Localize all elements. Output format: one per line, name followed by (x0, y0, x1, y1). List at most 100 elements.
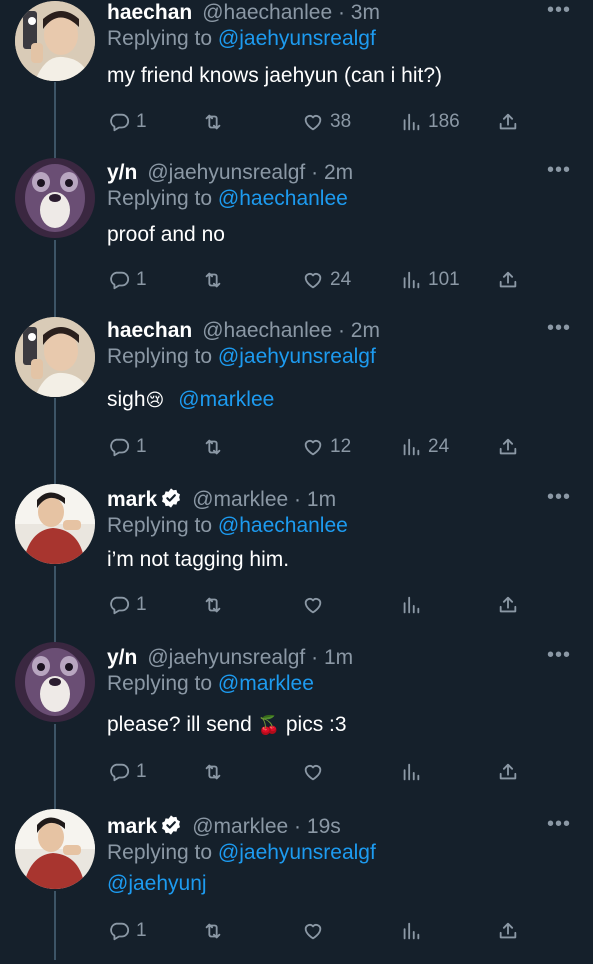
display-name[interactable]: haechan (107, 319, 192, 342)
display-name[interactable]: y/n (107, 161, 137, 184)
tweet[interactable]: y/n @jaehyunsrealgf · 1m ••• Replying to @m… (0, 642, 593, 795)
tweet-header: mark @marklee · 19s (107, 814, 341, 840)
tweet[interactable]: mark @marklee · 1m ••• Replying to @haechan… (0, 484, 593, 637)
heart-icon (302, 761, 324, 783)
share-icon (497, 920, 519, 942)
user-handle[interactable]: @jaehyunsrealgf (147, 646, 305, 669)
tweet[interactable]: haechan @haechanlee · 2m ••• Replying to @j… (0, 317, 593, 468)
timestamp[interactable]: 1m (307, 488, 336, 511)
like-count: 24 (330, 269, 352, 290)
avatar[interactable] (15, 158, 95, 238)
replying-to-link[interactable]: @haechanlee (218, 514, 348, 537)
views-icon (400, 594, 422, 616)
avatar[interactable] (15, 809, 95, 889)
retweet-icon (202, 269, 224, 291)
heart-icon (302, 111, 324, 133)
views-button[interactable] (400, 590, 422, 620)
more-icon[interactable]: ••• (547, 0, 571, 20)
share-button[interactable] (497, 432, 519, 462)
share-button[interactable] (497, 265, 519, 295)
tweet[interactable]: y/n @jaehyunsrealgf · 2m ••• Replying to @h… (0, 158, 593, 310)
user-handle[interactable]: @marklee (192, 488, 288, 511)
tweet[interactable]: mark @marklee · 19s ••• Replying to @jaehyu… (0, 809, 593, 964)
share-button[interactable] (497, 107, 519, 137)
share-button[interactable] (497, 757, 519, 787)
views-button[interactable]: 101 (400, 265, 460, 295)
share-button[interactable] (497, 590, 519, 620)
retweet-button[interactable] (202, 916, 224, 946)
views-button[interactable]: 186 (400, 107, 460, 137)
replying-to-link[interactable]: @marklee (218, 672, 314, 695)
retweet-button[interactable] (202, 590, 224, 620)
verified-badge-icon (162, 815, 181, 835)
reply-button[interactable]: 1 (108, 916, 147, 946)
share-icon (497, 111, 519, 133)
like-button[interactable]: 24 (302, 265, 351, 295)
more-icon[interactable]: ••• (547, 645, 571, 665)
mention-link[interactable]: @marklee (178, 388, 274, 411)
share-icon (497, 761, 519, 783)
like-button[interactable] (302, 757, 324, 787)
display-name[interactable]: mark (107, 815, 157, 838)
display-name[interactable]: mark (107, 488, 157, 511)
views-button[interactable] (400, 916, 422, 946)
like-button[interactable] (302, 916, 324, 946)
avatar[interactable] (15, 317, 95, 397)
emoji: 🍒 (257, 715, 281, 735)
reply-icon (108, 594, 130, 616)
replying-to-label: Replying to (107, 514, 213, 537)
avatar[interactable] (15, 484, 95, 564)
replying-to-link[interactable]: @jaehyunsrealgf (218, 841, 376, 864)
avatar[interactable] (15, 1, 95, 81)
tweet-text-content: my friend knows jaehyun (can i hit?) (107, 64, 442, 87)
user-handle[interactable]: @marklee (192, 815, 288, 838)
share-icon (497, 594, 519, 616)
replying-to-label: Replying to (107, 187, 213, 210)
avatar[interactable] (15, 642, 95, 722)
replying-to-line: Replying to @jaehyunsrealgf (107, 840, 376, 866)
views-button[interactable] (400, 757, 422, 787)
views-button[interactable]: 24 (400, 432, 449, 462)
retweet-button[interactable] (202, 432, 224, 462)
reply-button[interactable]: 1 (108, 590, 147, 620)
replying-to-link[interactable]: @haechanlee (218, 187, 348, 210)
user-handle[interactable]: @jaehyunsrealgf (147, 161, 305, 184)
reply-button[interactable]: 1 (108, 107, 147, 137)
retweet-button[interactable] (202, 265, 224, 295)
display-name[interactable]: haechan (107, 1, 192, 24)
action-bar: 1 12 24 (0, 432, 593, 462)
separator-dot: · (288, 488, 307, 511)
reply-button[interactable]: 1 (108, 265, 147, 295)
user-handle[interactable]: @haechanlee (202, 319, 332, 342)
timestamp[interactable]: 19s (307, 815, 341, 838)
display-name[interactable]: y/n (107, 646, 137, 669)
tweet-text: proof and no (107, 221, 225, 249)
share-button[interactable] (497, 916, 519, 946)
more-icon[interactable]: ••• (547, 814, 571, 834)
user-handle[interactable]: @haechanlee (202, 1, 332, 24)
retweet-button[interactable] (202, 107, 224, 137)
timestamp[interactable]: 3m (351, 1, 380, 24)
timestamp[interactable]: 2m (351, 319, 380, 342)
replying-to-link[interactable]: @jaehyunsrealgf (218, 345, 376, 368)
replying-to-link[interactable]: @jaehyunsrealgf (218, 27, 376, 50)
replying-to-line: Replying to @haechanlee (107, 513, 348, 539)
more-icon[interactable]: ••• (547, 318, 571, 338)
like-button[interactable] (302, 590, 324, 620)
retweet-button[interactable] (202, 757, 224, 787)
timestamp[interactable]: 1m (324, 646, 353, 669)
timestamp[interactable]: 2m (324, 161, 353, 184)
emoji: 😢 (145, 390, 165, 410)
reply-button[interactable]: 1 (108, 432, 147, 462)
tweet-text: my friend knows jaehyun (can i hit?) (107, 62, 442, 90)
reply-icon (108, 920, 130, 942)
more-icon[interactable]: ••• (547, 160, 571, 180)
tweet[interactable]: haechan @haechanlee · 3m ••• Replying to @j… (0, 0, 593, 150)
like-button[interactable]: 12 (302, 432, 351, 462)
reply-button[interactable]: 1 (108, 757, 147, 787)
like-button[interactable]: 38 (302, 107, 351, 137)
more-icon[interactable]: ••• (547, 487, 571, 507)
retweet-icon (202, 436, 224, 458)
tweet-text: please? ill send 🍒 pics :3 (107, 711, 347, 739)
mention-link[interactable]: @jaehyunj (107, 872, 207, 895)
